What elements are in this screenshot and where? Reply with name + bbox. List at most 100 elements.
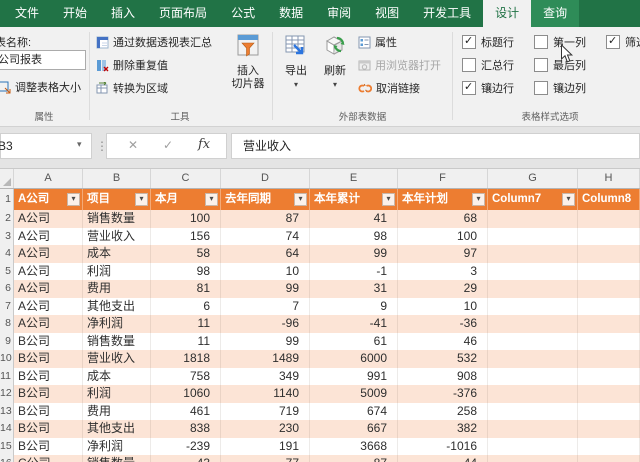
cell-B13[interactable]: 费用 [83, 402, 151, 420]
name-box[interactable]: B3 ▾ [0, 133, 92, 159]
row-header-1[interactable]: 1 [0, 189, 14, 210]
cell-D5[interactable]: 10 [221, 262, 310, 280]
cell-A9[interactable]: B公司 [14, 332, 83, 350]
cell-A4[interactable]: A公司 [14, 245, 83, 263]
cell-E15[interactable]: 3668 [310, 437, 398, 455]
cancel-icon[interactable]: ✕ [128, 138, 138, 152]
cell-B16[interactable]: 销售数量 [83, 455, 151, 462]
column-header-H[interactable]: H [578, 169, 640, 188]
cell-E2[interactable]: 41 [310, 210, 398, 228]
cell-A2[interactable]: A公司 [14, 210, 83, 228]
cell-F3[interactable]: 100 [398, 227, 488, 245]
row-header-16[interactable]: 16 [0, 455, 14, 462]
filter-dropdown-icon[interactable]: ▾ [294, 193, 307, 206]
cell-C9[interactable]: 11 [151, 332, 221, 350]
cell-C3[interactable]: 156 [151, 227, 221, 245]
cell-C5[interactable]: 98 [151, 262, 221, 280]
cell-E3[interactable]: 98 [310, 227, 398, 245]
row-header-8[interactable]: 8 [0, 315, 14, 333]
checkbox-checked-icon[interactable] [462, 80, 476, 95]
cell-B3[interactable]: 营业收入 [83, 227, 151, 245]
cell-G15[interactable] [488, 437, 578, 455]
ribbon-tab-2[interactable]: 开始 [51, 0, 99, 27]
cell-F5[interactable]: 3 [398, 262, 488, 280]
ribbon-tab-5[interactable]: 公式 [219, 0, 267, 27]
resize-table-button[interactable]: 调整表格大小 [0, 77, 81, 97]
cell-G12[interactable] [488, 385, 578, 403]
cell-D13[interactable]: 719 [221, 402, 310, 420]
cell-E8[interactable]: -41 [310, 315, 398, 333]
name-box-dropdown-icon[interactable]: ▾ [77, 140, 82, 150]
column-header-D[interactable]: D [221, 169, 310, 188]
cell-C7[interactable]: 6 [151, 297, 221, 315]
ribbon-tab-11[interactable]: 查询 [531, 0, 580, 27]
cell-C11[interactable]: 758 [151, 367, 221, 385]
cell-G14[interactable] [488, 420, 578, 438]
cell-E6[interactable]: 31 [310, 280, 398, 298]
cell-E10[interactable]: 6000 [310, 350, 398, 368]
filter-dropdown-icon[interactable]: ▾ [135, 193, 148, 206]
ribbon-tab-4[interactable]: 页面布局 [147, 0, 219, 27]
insert-function-icon[interactable]: fx [198, 137, 210, 152]
cell-A12[interactable]: B公司 [14, 385, 83, 403]
cell-E5[interactable]: -1 [310, 262, 398, 280]
cell-A8[interactable]: A公司 [14, 315, 83, 333]
cell-G2[interactable] [488, 210, 578, 228]
row-header-10[interactable]: 10 [0, 350, 14, 368]
cell-F11[interactable]: 908 [398, 367, 488, 385]
cell-C6[interactable]: 81 [151, 280, 221, 298]
cell-C13[interactable]: 461 [151, 402, 221, 420]
checkbox-unchecked-icon[interactable] [462, 58, 476, 72]
cell-G9[interactable] [488, 332, 578, 350]
style-option-6[interactable]: 镶边列 [534, 80, 586, 96]
cell-H10[interactable] [578, 350, 640, 368]
cell-B6[interactable]: 费用 [83, 280, 151, 298]
cell-E4[interactable]: 99 [310, 245, 398, 263]
row-header-14[interactable]: 14 [0, 420, 14, 438]
remove-duplicates-button[interactable]: 删除重复值 [96, 55, 168, 75]
cell-A11[interactable]: B公司 [14, 367, 83, 385]
row-header-15[interactable]: 15 [0, 437, 14, 455]
cell-C14[interactable]: 838 [151, 420, 221, 438]
cell-H7[interactable] [578, 297, 640, 315]
cell-G10[interactable] [488, 350, 578, 368]
column-header-E[interactable]: E [310, 169, 398, 188]
cell-D9[interactable]: 99 [221, 332, 310, 350]
cell-C16[interactable]: 43 [151, 455, 221, 462]
cell-G13[interactable] [488, 402, 578, 420]
cell-B2[interactable]: 销售数量 [83, 210, 151, 228]
cell-H8[interactable] [578, 315, 640, 333]
table-name-input[interactable]: 各公司报表 [0, 50, 86, 70]
cell-G4[interactable] [488, 245, 578, 263]
cell-B4[interactable]: 成本 [83, 245, 151, 263]
style-option-2[interactable]: 汇总行 [462, 57, 514, 73]
cell-E14[interactable]: 667 [310, 420, 398, 438]
cell-D15[interactable]: 191 [221, 437, 310, 455]
export-dropdown-arrow[interactable]: ▾ [277, 80, 315, 89]
cell-B10[interactable]: 营业收入 [83, 350, 151, 368]
cell-H2[interactable] [578, 210, 640, 228]
cell-A13[interactable]: B公司 [14, 402, 83, 420]
cell-D7[interactable]: 7 [221, 297, 310, 315]
cell-H6[interactable] [578, 280, 640, 298]
cell-B7[interactable]: 其他支出 [83, 297, 151, 315]
select-all-corner[interactable] [0, 169, 14, 188]
cell-E7[interactable]: 9 [310, 297, 398, 315]
style-option-3[interactable]: 镶边行 [462, 80, 514, 96]
cell-B11[interactable]: 成本 [83, 367, 151, 385]
ribbon-tab-1[interactable]: 文件 [3, 0, 51, 27]
style-option-1[interactable]: 标题行 [462, 34, 514, 50]
cell-D12[interactable]: 1140 [221, 385, 310, 403]
cell-H14[interactable] [578, 420, 640, 438]
cell-A5[interactable]: A公司 [14, 262, 83, 280]
row-header-13[interactable]: 13 [0, 402, 14, 420]
cell-G8[interactable] [488, 315, 578, 333]
ribbon-tab-10[interactable]: 设计 [483, 0, 532, 27]
cell-D11[interactable]: 349 [221, 367, 310, 385]
cell-C10[interactable]: 1818 [151, 350, 221, 368]
row-header-9[interactable]: 9 [0, 332, 14, 350]
cell-H16[interactable] [578, 455, 640, 462]
cell-A3[interactable]: A公司 [14, 227, 83, 245]
cell-D16[interactable]: 77 [221, 455, 310, 462]
row-header-7[interactable]: 7 [0, 297, 14, 315]
